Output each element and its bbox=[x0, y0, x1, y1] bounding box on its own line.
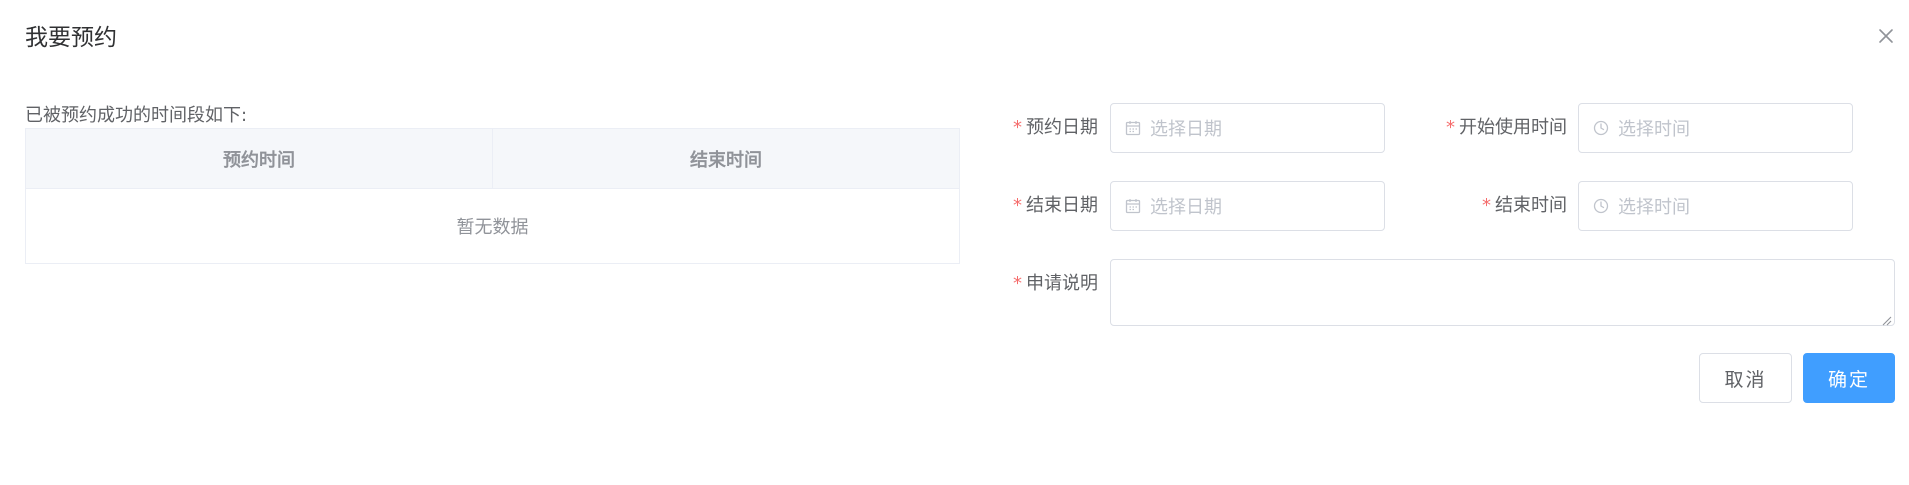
required-mark: * bbox=[1013, 273, 1022, 294]
start-time-label-text: 开始使用时间 bbox=[1459, 117, 1567, 138]
clock-icon bbox=[1592, 197, 1610, 215]
start-time-placeholder: 选择时间 bbox=[1618, 119, 1690, 140]
start-date-placeholder: 选择日期 bbox=[1150, 119, 1222, 140]
required-mark: * bbox=[1013, 117, 1022, 138]
description-label-text: 申请说明 bbox=[1026, 273, 1098, 294]
end-time-label-text: 结束时间 bbox=[1495, 195, 1567, 216]
start-date-label-text: 预约日期 bbox=[1026, 117, 1098, 138]
end-time-label: * 结束时间 bbox=[1482, 194, 1567, 218]
column-header-end-time[interactable]: 结束时间 bbox=[492, 129, 959, 188]
booked-periods-table: 预约时间 结束时间 暂无数据 bbox=[25, 128, 960, 264]
end-date-label-text: 结束日期 bbox=[1026, 195, 1098, 216]
start-time-picker[interactable]: 选择时间 bbox=[1578, 103, 1853, 153]
start-date-picker[interactable]: 选择日期 bbox=[1110, 103, 1385, 153]
required-mark: * bbox=[1446, 117, 1455, 138]
resize-grip-icon[interactable] bbox=[1880, 311, 1892, 326]
end-date-label: * 结束日期 bbox=[1013, 194, 1098, 218]
description-label: * 申请说明 bbox=[1013, 272, 1098, 296]
table-header: 预约时间 结束时间 bbox=[26, 129, 959, 189]
end-date-placeholder: 选择日期 bbox=[1150, 197, 1222, 218]
dialog-title: 我要预约 bbox=[25, 25, 117, 51]
booked-periods-caption: 已被预约成功的时间段如下: bbox=[25, 105, 248, 126]
booking-dialog: 我要预约 已被预约成功的时间段如下: 预约时间 结束时间 暂无数据 * 预约日期 … bbox=[0, 0, 1909, 485]
cancel-button[interactable]: 取消 bbox=[1699, 353, 1792, 403]
calendar-icon bbox=[1124, 119, 1142, 137]
calendar-icon bbox=[1124, 197, 1142, 215]
start-date-label: * 预约日期 bbox=[1013, 116, 1098, 140]
clock-icon bbox=[1592, 119, 1610, 137]
required-mark: * bbox=[1013, 195, 1022, 216]
end-time-picker[interactable]: 选择时间 bbox=[1578, 181, 1853, 231]
end-date-picker[interactable]: 选择日期 bbox=[1110, 181, 1385, 231]
close-icon[interactable] bbox=[1876, 26, 1896, 46]
description-textarea[interactable] bbox=[1110, 259, 1895, 326]
table-empty-text: 暂无数据 bbox=[456, 217, 529, 238]
start-time-label: * 开始使用时间 bbox=[1446, 116, 1567, 140]
end-time-placeholder: 选择时间 bbox=[1618, 197, 1690, 218]
required-mark: * bbox=[1482, 195, 1491, 216]
column-header-booking-time[interactable]: 预约时间 bbox=[26, 129, 492, 188]
confirm-button[interactable]: 确定 bbox=[1803, 353, 1895, 403]
